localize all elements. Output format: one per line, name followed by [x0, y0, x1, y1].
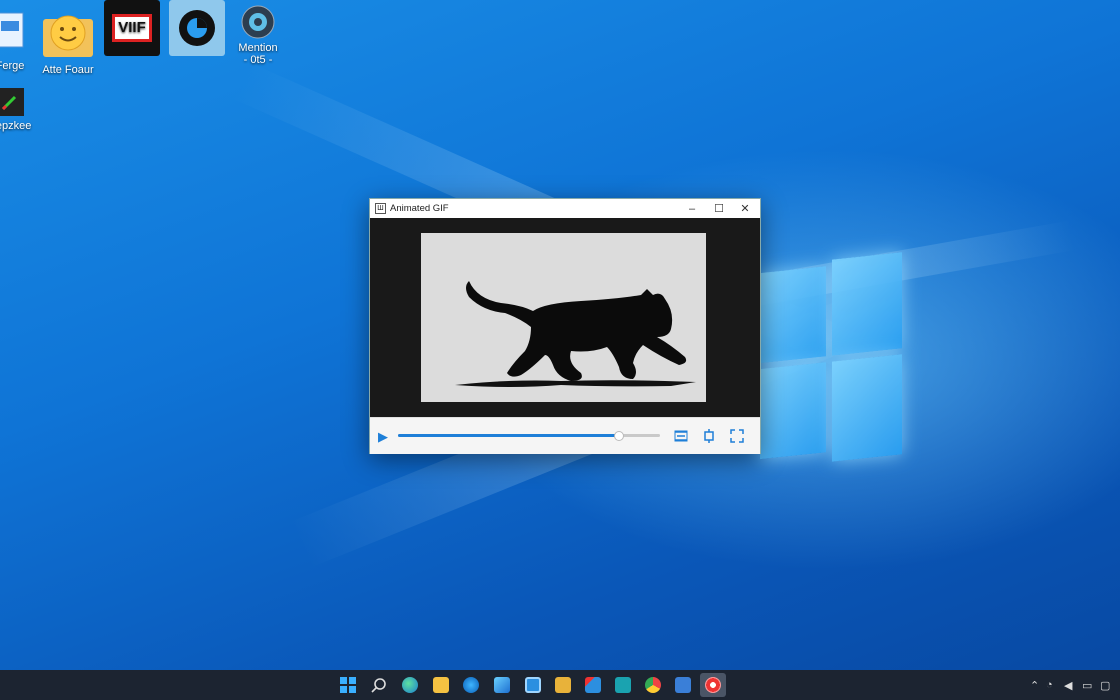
smiley-folder-icon	[41, 8, 95, 62]
windows-logo	[752, 248, 904, 476]
media-player-icon	[169, 0, 225, 56]
gif-app-icon-text: VIIF	[112, 14, 152, 42]
mail-icon[interactable]	[580, 673, 606, 697]
desktop-icon-viif[interactable]: VIIF	[102, 0, 162, 58]
close-button[interactable]: ✕	[732, 199, 758, 218]
volume-icon[interactable]: ◀	[1064, 679, 1082, 692]
edge-icon[interactable]	[397, 673, 423, 697]
title-bar[interactable]: Ш Animated GIF – ☐ ✕	[370, 199, 760, 218]
seek-bar-thumb[interactable]	[614, 431, 625, 441]
file-explorer-icon[interactable]	[428, 673, 454, 697]
taskbar: ⌃ ◔ ◀ ▭ ▢	[0, 670, 1120, 700]
start-icon[interactable]	[335, 673, 361, 697]
search-icon[interactable]	[366, 673, 392, 697]
desktop-background: Ferge Atte Foaur VIIF Mention - 0t5 -	[0, 0, 1120, 670]
desktop-icon-ferge[interactable]: Ferge	[0, 4, 40, 72]
desktop-icon-label: Atte Foaur	[42, 64, 94, 76]
paint-icon[interactable]	[670, 673, 696, 697]
desktop-icon-media-player[interactable]	[167, 0, 227, 58]
desktop-icon-pepzkee[interactable]: Pepzkee	[0, 86, 40, 132]
desktop-icon-label: Ferge	[0, 60, 25, 72]
logo-pane	[832, 252, 902, 356]
desktop-icon-mention[interactable]: Mention - 0t5 -	[228, 4, 288, 66]
photos-icon[interactable]	[489, 673, 515, 697]
minimize-button[interactable]: –	[679, 199, 705, 218]
battery-icon[interactable]: ▭	[1082, 679, 1100, 692]
desktop-icon-label: Pepzkee	[0, 120, 32, 132]
logo-pane	[760, 362, 826, 460]
logo-pane	[760, 266, 826, 364]
notification-icon[interactable]: ▢	[1100, 679, 1114, 692]
maximize-button[interactable]: ☐	[706, 199, 732, 218]
settings-gear-icon	[231, 4, 285, 40]
playlist-icon[interactable]	[672, 427, 690, 445]
wifi-icon[interactable]: ◔	[1046, 679, 1064, 691]
desktop-icon-atte-foaur[interactable]: Atte Foaur	[38, 8, 98, 76]
chevron-up-icon[interactable]: ⌃	[1030, 679, 1046, 692]
chrome-icon[interactable]	[640, 673, 666, 697]
cat-silhouette	[455, 281, 696, 387]
gif-frame	[421, 233, 706, 402]
crop-icon[interactable]	[700, 427, 718, 445]
seek-bar-fill	[398, 434, 619, 437]
gif-viewer-window[interactable]: Ш Animated GIF – ☐ ✕ ▶	[369, 198, 761, 454]
playback-controls: ▶	[370, 417, 760, 454]
gif-viewer-icon[interactable]	[700, 673, 726, 697]
logo-pane	[832, 354, 902, 462]
fullscreen-icon[interactable]	[728, 427, 746, 445]
desktop-icon-label: Mention - 0t5 -	[238, 42, 278, 66]
document-icon	[0, 4, 37, 58]
system-tray: ⌃ ◔ ◀ ▭ ▢	[1030, 670, 1114, 700]
gif-viewport	[370, 218, 760, 417]
play-icon[interactable]: ▶	[378, 429, 388, 445]
terminal-icon[interactable]	[610, 673, 636, 697]
edge-alt-icon[interactable]	[458, 673, 484, 697]
paint-app-icon	[0, 86, 37, 118]
seek-bar[interactable]	[398, 431, 660, 441]
store-icon[interactable]	[520, 673, 546, 697]
folder-icon[interactable]	[550, 673, 576, 697]
window-title: Animated GIF	[390, 203, 449, 214]
gif-app-icon: VIIF	[104, 0, 160, 56]
gif-icon: Ш	[375, 203, 386, 214]
